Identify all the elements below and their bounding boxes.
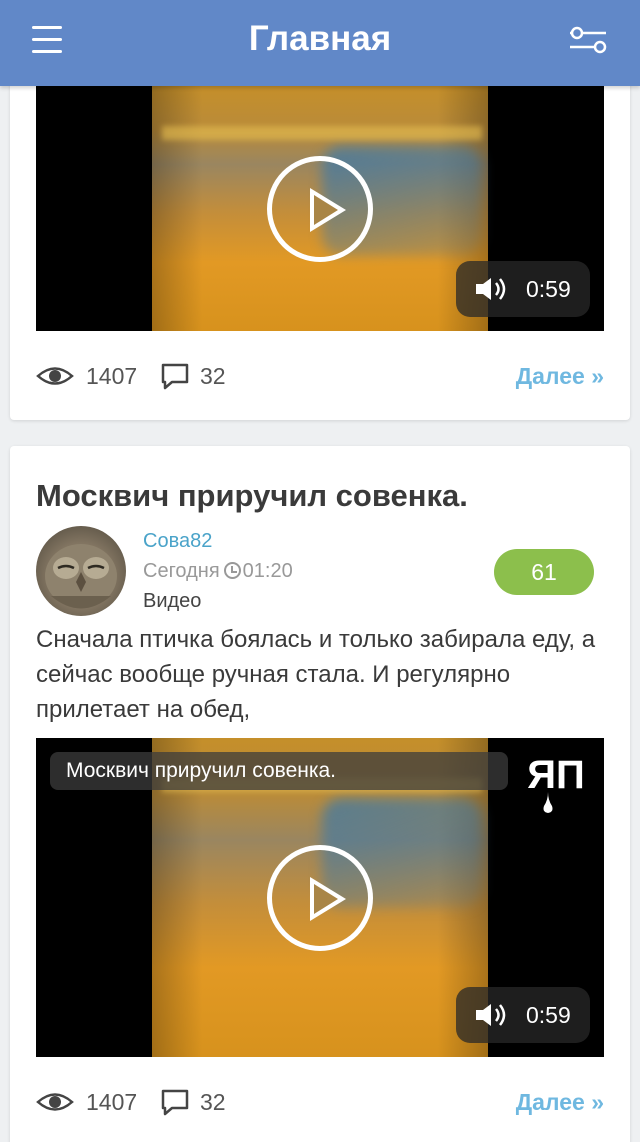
post-stats: 1407 32 Далее » [36, 1085, 604, 1119]
comment-icon[interactable] [160, 362, 190, 390]
avatar[interactable] [36, 526, 126, 616]
author-link[interactable]: Сова82 [143, 530, 212, 553]
date-label: Сегодня [143, 560, 220, 582]
play-icon[interactable] [267, 844, 373, 951]
post-text: Сначала птичка боялась и только забирала… [36, 626, 596, 723]
post-category[interactable]: Видео [143, 590, 201, 613]
time-label: 01:20 [242, 560, 293, 582]
play-icon[interactable] [267, 155, 373, 262]
video-duration: 0:59 [526, 276, 571, 302]
comments-count[interactable]: 32 [200, 359, 226, 393]
volume-icon[interactable] [474, 1002, 510, 1028]
brand-logo-text: ЯП [527, 753, 585, 797]
views-count: 1407 [86, 1089, 138, 1115]
filter-button[interactable] [566, 20, 614, 60]
post-card: Москвич приручил совенка. Сова82 Сегодня… [10, 446, 630, 1142]
video-title-overlay: Москвич приручил совенка. [50, 752, 508, 790]
yap-logo-icon: ЯП [527, 753, 585, 813]
rating-badge[interactable]: 61 [494, 549, 594, 595]
owl-avatar-image [45, 544, 117, 609]
page-title: Главная [248, 19, 392, 58]
clock-icon [223, 562, 241, 579]
post-stats: 1407 32 Далее » [36, 359, 604, 393]
comment-icon[interactable] [160, 1088, 190, 1116]
filter-sliders-icon [570, 26, 607, 54]
read-more-link[interactable]: Далее » [516, 359, 604, 393]
post-title[interactable]: Москвич приручил совенка. [36, 478, 468, 514]
app-header: Главная [0, 0, 640, 86]
read-more-link[interactable]: Далее » [516, 1085, 604, 1119]
eye-icon [36, 367, 74, 385]
views-count: 1407 [86, 363, 138, 389]
volume-icon[interactable] [474, 276, 510, 302]
video-player[interactable]: Москвич приручил совенка. ЯП 0:59 [36, 738, 604, 1057]
video-duration: 0:59 [526, 1002, 571, 1028]
post-date: Сегодня 01:20 [143, 560, 293, 583]
video-controls[interactable]: 0:59 [456, 261, 590, 317]
video-player[interactable]: 0:59 [36, 86, 604, 331]
video-controls[interactable]: 0:59 [456, 987, 590, 1043]
eye-icon [36, 1093, 74, 1111]
comments-count[interactable]: 32 [200, 1085, 226, 1119]
